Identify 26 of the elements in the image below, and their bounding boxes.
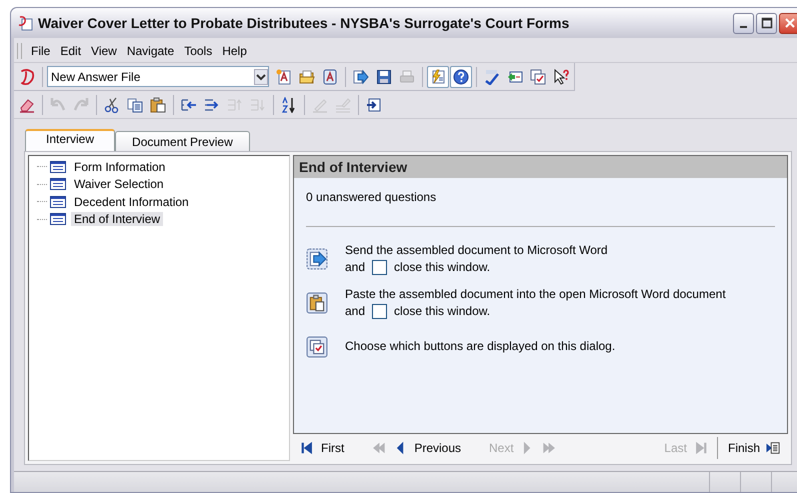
tab[interactable]: Document Preview [115,131,250,151]
outline-item[interactable]: Waiver Selection [71,177,167,192]
first-button[interactable]: First [297,440,348,454]
summary-text: 0 unanswered questions [306,190,438,204]
menu-item[interactable]: Tools [179,44,218,58]
action-text: Choose which buttons are displayed on this dialog. [345,339,616,354]
previous-button[interactable]: Previous [390,440,466,454]
outline-item[interactable]: Form Information [71,160,168,174]
menu-item[interactable]: Edit [55,44,86,58]
checkbox-label: close this window. [394,260,490,275]
checkbox-label: close this window. [394,304,490,319]
outline-item[interactable]: End of Interview [71,212,164,226]
action-text: Paste the assembled document into the open Microsoft Word document [345,287,726,302]
menu-item[interactable]: Navigate [122,44,180,58]
window-title: Waiver Cover Letter to Probate Distributees - NYSBA's Surrogate's Court Forms [38,15,570,31]
outline-item[interactable]: Decedent Information [71,194,192,209]
page-title: End of Interview [294,156,787,178]
finish-button[interactable]: Finish [724,440,784,454]
and-label: and [345,304,366,319]
menu-item[interactable]: Help [217,44,252,58]
menu-item[interactable]: View [86,44,122,58]
tab[interactable]: Interview [25,129,116,151]
action-text: Send the assembled document to Microsoft Word [345,243,608,258]
menu-item[interactable]: File [26,44,56,58]
answer-file-dropdown[interactable]: New Answer File [47,66,269,87]
and-label: and [345,260,366,275]
